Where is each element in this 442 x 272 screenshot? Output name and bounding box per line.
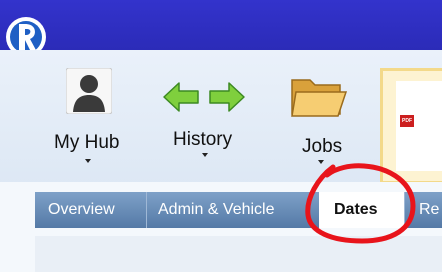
tab-content-area	[35, 236, 442, 272]
chevron-down-icon	[318, 160, 324, 164]
person-silhouette-icon	[66, 68, 112, 114]
chevron-down-icon	[85, 159, 91, 163]
chevron-down-icon	[202, 153, 208, 157]
tab-admin-vehicle[interactable]: Admin & Vehicle	[146, 192, 305, 228]
ribbon-toolbar: My Hub History Jobs PDF	[0, 50, 442, 195]
title-bar	[0, 0, 442, 50]
document-preview: PDF	[396, 81, 442, 171]
pdf-icon: PDF	[400, 115, 414, 127]
tab-partial[interactable]: Re	[404, 192, 442, 228]
tab-overview[interactable]: Overview	[35, 192, 146, 228]
my-hub-label: My Hub	[54, 132, 120, 153]
jobs-button[interactable]: Jobs	[282, 50, 362, 180]
back-forward-arrows-icon	[163, 82, 245, 112]
history-button[interactable]: History	[150, 50, 260, 180]
jobs-label: Jobs	[302, 136, 343, 157]
tab-strip: Overview Admin & Vehicle Dates Re	[0, 182, 442, 236]
my-hub-button[interactable]: My Hub	[44, 50, 144, 180]
history-label: History	[173, 129, 233, 150]
folder-icon	[291, 79, 348, 117]
tab-dates[interactable]: Dates	[319, 192, 404, 228]
left-rail	[0, 236, 35, 272]
document-preview-panel[interactable]: PDF	[380, 68, 442, 184]
